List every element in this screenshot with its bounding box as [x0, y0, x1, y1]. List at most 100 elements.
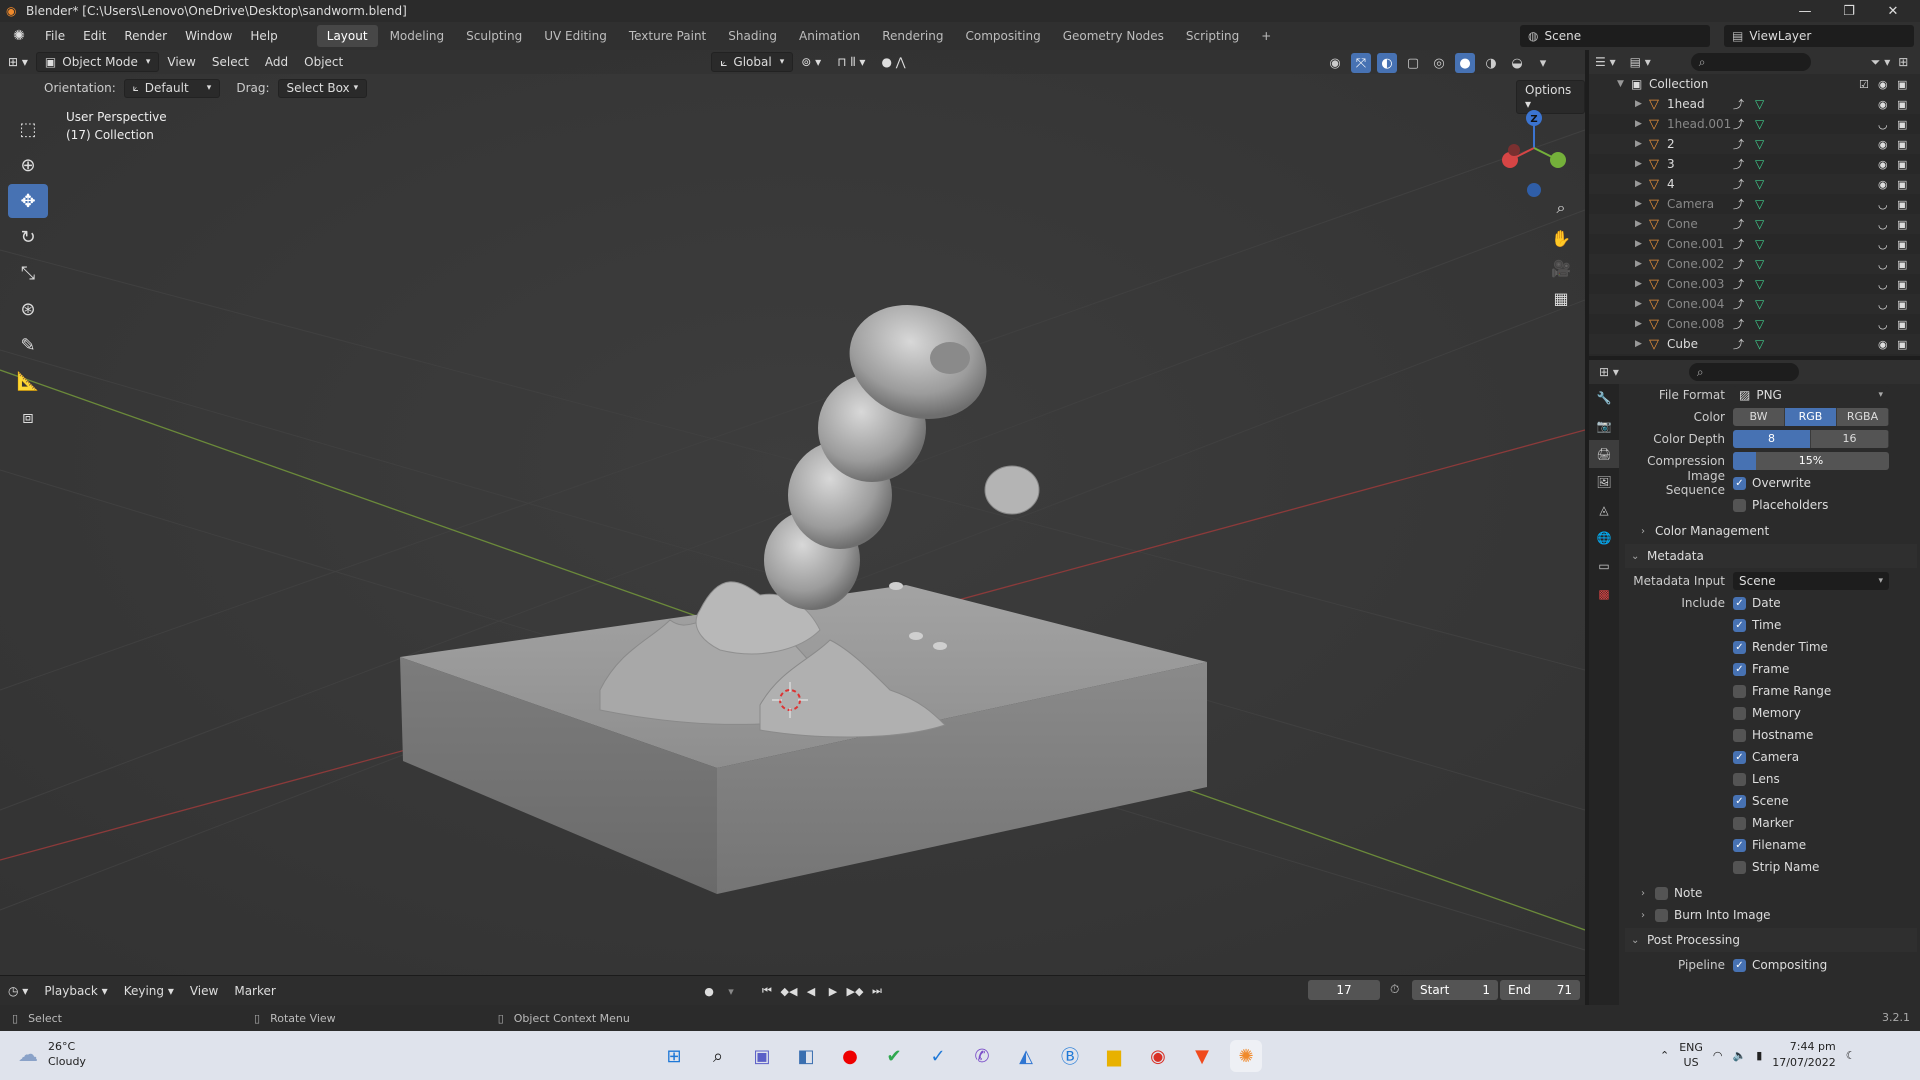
tab-rendering[interactable]: Rendering: [872, 25, 953, 47]
expand-arrow-icon[interactable]: ▶: [1635, 119, 1649, 129]
viber-icon[interactable]: ✆: [966, 1040, 998, 1072]
add-cube-tool-icon[interactable]: ⧈: [8, 400, 48, 434]
include-checkbox[interactable]: [1733, 816, 1746, 830]
pivot-icon[interactable]: ⊚ ▾: [793, 52, 829, 72]
expand-arrow-icon[interactable]: ▶: [1635, 219, 1649, 229]
expand-arrow-icon[interactable]: ▶: [1635, 139, 1649, 149]
menu-playback[interactable]: Playback ▾: [36, 984, 115, 998]
outliner-search-input[interactable]: ⌕: [1690, 53, 1811, 71]
3d-viewport[interactable]: ⊞ ▾ ▣ Object Mode ▾ View Select Add Obje…: [0, 50, 1585, 975]
camera-icon[interactable]: ▣: [1897, 278, 1907, 291]
depth-8-button[interactable]: 8: [1733, 430, 1811, 448]
maximize-button[interactable]: ❐: [1826, 0, 1872, 22]
expand-arrow-icon[interactable]: ▶: [1635, 159, 1649, 169]
rotate-tool-icon[interactable]: ↻: [8, 220, 48, 254]
outliner-row[interactable]: ▶ ▽ 1head.001 ⤴ ▽ ◡ ▣: [1589, 114, 1920, 134]
camera-icon[interactable]: ▣: [1897, 238, 1907, 251]
note-subpanel[interactable]: › Note: [1641, 882, 1917, 904]
properties-editor-icon[interactable]: ⊞ ▾: [1599, 365, 1619, 379]
view-layer-selector[interactable]: ▤ ViewLayer: [1724, 25, 1914, 47]
close-button[interactable]: ✕: [1870, 0, 1916, 22]
include-checkbox[interactable]: [1733, 772, 1746, 786]
tab-compositing[interactable]: Compositing: [955, 25, 1050, 47]
expand-arrow-icon[interactable]: ▶: [1635, 199, 1649, 209]
outliner-row[interactable]: ▶ ▽ Cone.003 ⤴ ▽ ◡ ▣: [1589, 274, 1920, 294]
include-checkbox[interactable]: ✓: [1733, 838, 1746, 852]
menu-add[interactable]: Add: [257, 52, 296, 72]
properties-search-input[interactable]: ⌕: [1688, 363, 1799, 381]
camera-icon[interactable]: ▣: [1897, 258, 1907, 271]
recorder-icon[interactable]: ●: [834, 1040, 866, 1072]
cursor-tool-icon[interactable]: ⊕: [8, 148, 48, 182]
weather-widget[interactable]: ☁ 26°C Cloudy: [18, 1039, 86, 1069]
outliner-row[interactable]: ▶ ▽ 4 ⤴ ▽ ◉ ▣: [1589, 174, 1920, 194]
battery-icon[interactable]: ▮: [1756, 1049, 1762, 1062]
collection-row[interactable]: ▼ ▣ Collection ☑ ◉ ▣: [1589, 74, 1920, 94]
camera-icon[interactable]: ▣: [1897, 98, 1907, 111]
annotate-tool-icon[interactable]: ✎: [8, 328, 48, 362]
material-shading-icon[interactable]: ◑: [1481, 53, 1501, 73]
mesh-data-icon[interactable]: ▽: [1755, 277, 1775, 291]
menu-timeline-view[interactable]: View: [182, 984, 226, 998]
include-checkbox[interactable]: [1733, 706, 1746, 720]
record-icon[interactable]: ●: [700, 981, 718, 1001]
tab-modeling[interactable]: Modeling: [380, 25, 455, 47]
color-management-subpanel[interactable]: › Color Management: [1641, 520, 1917, 542]
outliner-row[interactable]: ▶ ▽ Cone.004 ⤴ ▽ ◡ ▣: [1589, 294, 1920, 314]
expand-arrow-icon[interactable]: ▶: [1635, 279, 1649, 289]
include-checkbox[interactable]: ✓: [1733, 618, 1746, 632]
tab-texture-paint[interactable]: Texture Paint: [619, 25, 716, 47]
menu-view[interactable]: View: [159, 52, 203, 72]
modifier-icon[interactable]: ⤴: [1733, 276, 1755, 292]
eye-icon[interactable]: ◉: [1878, 338, 1888, 351]
chrome-icon[interactable]: ◉: [1142, 1040, 1174, 1072]
wifi-icon[interactable]: ◠: [1713, 1049, 1723, 1062]
outliner-row[interactable]: ▶ ▽ 2 ⤴ ▽ ◉ ▣: [1589, 134, 1920, 154]
modifier-icon[interactable]: ⤴: [1733, 196, 1755, 212]
modifier-icon[interactable]: ⤴: [1733, 316, 1755, 332]
compression-slider[interactable]: 15%: [1733, 452, 1889, 470]
output-tab-icon[interactable]: 🖨: [1589, 440, 1619, 468]
tab-layout[interactable]: Layout: [316, 25, 378, 47]
outliner-row[interactable]: ▶ ▽ Cone.001 ⤴ ▽ ◡ ▣: [1589, 234, 1920, 254]
proportional-edit-icon[interactable]: ● ⋀: [873, 52, 913, 72]
color-rgb-button[interactable]: RGB: [1785, 408, 1837, 426]
outliner-row[interactable]: ▶ ▽ 1head ⤴ ▽ ◉ ▣: [1589, 94, 1920, 114]
texture-tab-icon[interactable]: ▩: [1589, 580, 1619, 608]
scene-tab-icon[interactable]: ◬: [1589, 496, 1619, 524]
mode-dropdown[interactable]: ▣ Object Mode ▾: [35, 52, 160, 72]
visibility-icon[interactable]: ◉: [1325, 53, 1345, 73]
overwrite-checkbox[interactable]: ✓: [1733, 476, 1746, 490]
clock[interactable]: 7:44 pm 17/07/2022: [1772, 1039, 1835, 1071]
modifier-icon[interactable]: ⤴: [1733, 216, 1755, 232]
burn-subpanel[interactable]: › Burn Into Image: [1641, 904, 1917, 926]
modifier-icon[interactable]: ⤴: [1733, 236, 1755, 252]
mesh-data-icon[interactable]: ▽: [1755, 297, 1775, 311]
minimize-button[interactable]: —: [1782, 0, 1828, 22]
color-rgba-button[interactable]: RGBA: [1837, 408, 1889, 426]
menu-keying[interactable]: Keying ▾: [116, 984, 182, 998]
menu-edit[interactable]: Edit: [74, 29, 115, 43]
start-menu-icon[interactable]: ⊞: [658, 1040, 690, 1072]
tab-animation[interactable]: Animation: [789, 25, 870, 47]
stopwatch-icon[interactable]: ⏱: [1390, 982, 1399, 997]
eye-closed-icon[interactable]: ◡: [1878, 198, 1888, 211]
start-frame-field[interactable]: Start 1: [1412, 980, 1498, 1000]
camera-icon[interactable]: ▣: [1897, 78, 1907, 91]
metadata-input-dropdown[interactable]: Scene ▾: [1733, 572, 1889, 590]
depth-16-button[interactable]: 16: [1811, 430, 1889, 448]
mesh-data-icon[interactable]: ▽: [1755, 317, 1775, 331]
select-box-tool-icon[interactable]: ⬚: [8, 112, 48, 146]
overlay-toggle-icon[interactable]: ◐: [1377, 53, 1397, 73]
display-mode-icon[interactable]: ▤ ▾: [1630, 55, 1651, 69]
expand-arrow-icon[interactable]: ▶: [1635, 299, 1649, 309]
mesh-data-icon[interactable]: ▽: [1755, 97, 1775, 111]
eye-closed-icon[interactable]: ◡: [1878, 318, 1888, 331]
mesh-data-icon[interactable]: ▽: [1755, 337, 1775, 351]
outliner-row[interactable]: ▶ ▽ Cone ⤴ ▽ ◡ ▣: [1589, 214, 1920, 234]
transform-orientation-dropdown[interactable]: ⟀ Global ▾: [711, 52, 794, 72]
camera-icon[interactable]: ▣: [1897, 298, 1907, 311]
transform-tool-icon[interactable]: ⊛: [8, 292, 48, 326]
camera-icon[interactable]: ▣: [1897, 318, 1907, 331]
modifier-icon[interactable]: ⤴: [1733, 156, 1755, 172]
